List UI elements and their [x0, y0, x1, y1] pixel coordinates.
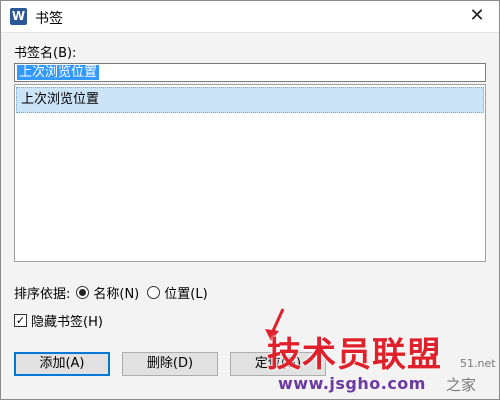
bookmark-name-input[interactable]: 上次浏览位置	[14, 63, 486, 82]
watermark-side-text: 51.net	[460, 357, 496, 370]
hide-bookmarks-row: ✓ 隐藏书签(H)	[14, 310, 103, 330]
hide-bookmarks-checkbox[interactable]: ✓	[14, 313, 27, 327]
title-bar: W 书签 ✕	[1, 1, 499, 33]
watermark-url: www.jsgho.com	[278, 374, 426, 393]
list-item[interactable]: 上次浏览位置	[16, 87, 484, 113]
window-title: 书签	[35, 11, 63, 27]
hide-bookmarks-label[interactable]: 隐藏书签(H)	[31, 311, 103, 330]
sort-by-name-radio[interactable]	[76, 285, 90, 299]
watermark-brand: 技术员联盟	[267, 335, 442, 375]
sort-by-position-label[interactable]: 位置(L)	[164, 283, 207, 302]
wps-writer-icon: W	[10, 8, 27, 25]
bookmark-name-value: 上次浏览位置	[17, 65, 100, 80]
sort-by-position-radio[interactable]	[147, 285, 161, 299]
delete-button[interactable]: 删除(D)	[122, 352, 218, 376]
sort-options: 排序依据: 名称(N) 位置(L)	[14, 282, 208, 302]
sort-label: 排序依据:	[14, 286, 71, 302]
close-icon[interactable]: ✕	[463, 3, 491, 29]
bookmark-dialog: W 书签 ✕ 书签名(B): 上次浏览位置 上次浏览位置 排序依据: 名称(N)…	[0, 0, 500, 400]
bookmark-name-label: 书签名(B):	[14, 46, 77, 61]
add-button[interactable]: 添加(A)	[14, 352, 110, 376]
watermark-tail: 之家	[446, 376, 477, 394]
bookmark-list[interactable]: 上次浏览位置	[14, 84, 486, 262]
sort-by-name-label[interactable]: 名称(N)	[93, 283, 139, 302]
